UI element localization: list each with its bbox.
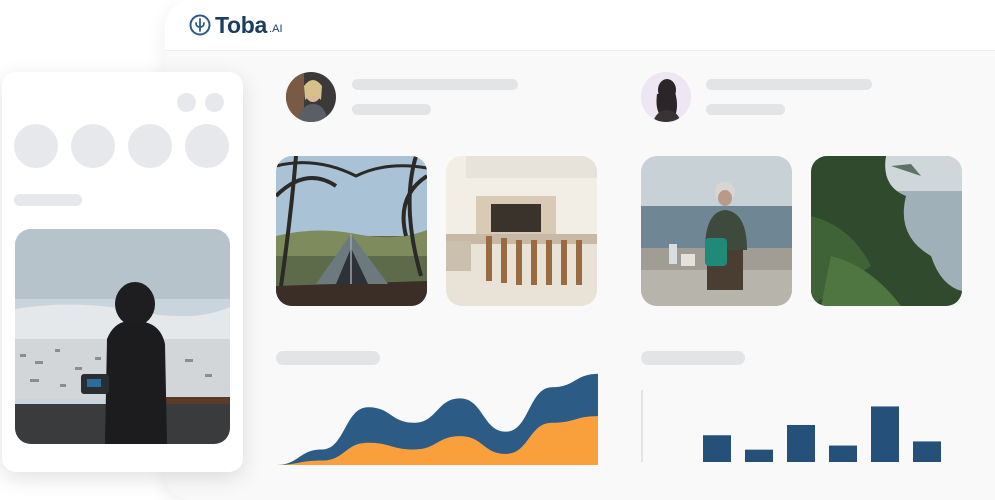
bar-1	[703, 435, 731, 462]
story-circle[interactable]	[185, 124, 229, 168]
post-photo-kitchen[interactable]	[446, 156, 597, 306]
bar-2	[745, 449, 773, 462]
post-photo-cliffs[interactable]	[811, 156, 962, 306]
main-window: Toba .AI	[165, 0, 995, 500]
story-circle[interactable]	[14, 124, 58, 168]
outdoor-kitchen-image	[446, 156, 597, 306]
bar-3	[787, 424, 815, 462]
brand-name: Toba	[215, 11, 268, 38]
top-bar: Toba .AI	[165, 0, 995, 51]
logo-icon	[189, 14, 211, 36]
bar-chart	[641, 390, 941, 462]
avatar[interactable]	[641, 72, 691, 122]
window-control-dot[interactable]	[205, 93, 224, 112]
chart-title-placeholder	[276, 351, 380, 365]
text-placeholder	[14, 194, 82, 206]
old-man-by-sea-image	[641, 156, 792, 306]
post-name-placeholder	[352, 79, 518, 90]
brand-suffix: .AI	[269, 23, 283, 35]
post-name-placeholder	[706, 79, 872, 90]
brand-logo[interactable]: Toba .AI	[189, 12, 283, 38]
green-cliffs-image	[811, 156, 962, 306]
story-circle[interactable]	[71, 124, 115, 168]
bar-5	[871, 406, 899, 462]
side-photo[interactable]	[15, 229, 230, 444]
chart-title-placeholder	[641, 351, 745, 365]
side-panel	[2, 72, 243, 472]
post-meta-placeholder	[706, 104, 785, 115]
post-meta-placeholder	[352, 104, 431, 115]
snowy-city-image	[15, 229, 230, 444]
avatar[interactable]	[286, 72, 336, 122]
woman-portrait-image	[286, 72, 336, 122]
post-photo-camping[interactable]	[276, 156, 427, 306]
window-control-dot[interactable]	[177, 93, 196, 112]
camping-tent-image	[276, 156, 427, 306]
area-chart	[276, 373, 598, 465]
post-photo-seaside[interactable]	[641, 156, 792, 306]
story-circle[interactable]	[128, 124, 172, 168]
bar-6	[913, 441, 941, 462]
woman-silhouette-image	[641, 72, 691, 122]
